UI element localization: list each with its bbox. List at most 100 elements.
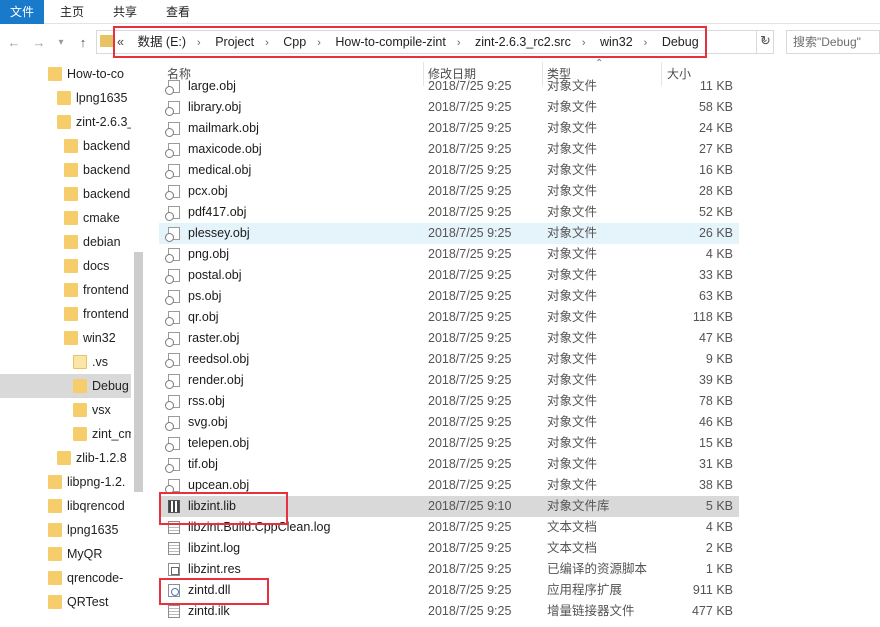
forward-arrow-icon[interactable]: → <box>30 34 48 52</box>
file-type: 对象文件 <box>547 121 598 135</box>
chevron-right-icon[interactable]: › <box>582 37 586 49</box>
file-name: zintd.ilk <box>188 604 230 618</box>
tab-file[interactable]: 文件 <box>0 0 44 24</box>
tree-item[interactable]: Debug <box>0 374 145 398</box>
tree-item-label: frontend <box>83 307 129 321</box>
file-date: 2018/7/25 9:25 <box>428 142 512 156</box>
file-row[interactable]: pcx.obj 2018/7/25 9:25 对象文件 28 KB <box>159 181 739 202</box>
chevron-right-icon[interactable]: › <box>457 37 461 49</box>
tree-item[interactable]: backend <box>0 134 145 158</box>
tree-item[interactable]: lpng1635 <box>0 518 145 542</box>
file-row[interactable]: postal.obj 2018/7/25 9:25 对象文件 33 KB <box>159 265 739 286</box>
object-file-icon <box>165 269 180 284</box>
file-row[interactable]: medical.obj 2018/7/25 9:25 对象文件 16 KB <box>159 160 739 181</box>
file-row[interactable]: raster.obj 2018/7/25 9:25 对象文件 47 KB <box>159 328 739 349</box>
object-file-icon <box>165 290 180 305</box>
breadcrumb-win32[interactable]: win32 <box>600 35 633 49</box>
file-row[interactable]: plessey.obj 2018/7/25 9:25 对象文件 26 KB <box>159 223 739 244</box>
tree-item[interactable]: vsx <box>0 398 145 422</box>
tree-item[interactable]: frontend <box>0 278 145 302</box>
file-name: libzint.res <box>188 562 241 576</box>
file-type: 对象文件 <box>547 478 598 492</box>
chevron-right-icon[interactable]: › <box>317 37 321 49</box>
file-row[interactable]: library.obj 2018/7/25 9:25 对象文件 58 KB <box>159 97 739 118</box>
breadcrumb-project[interactable]: Project <box>215 35 254 49</box>
tree-item[interactable]: docs <box>0 254 145 278</box>
recent-dropdown-icon[interactable]: ▾ <box>52 34 70 52</box>
search-input[interactable]: 搜索"Debug" <box>786 30 880 54</box>
tree-item[interactable]: cmake <box>0 206 145 230</box>
breadcrumb-zint-src[interactable]: zint-2.6.3_rc2.src <box>475 35 571 49</box>
chevron-right-icon[interactable]: › <box>265 37 269 49</box>
file-date: 2018/7/25 9:25 <box>428 205 512 219</box>
file-row[interactable]: pdf417.obj 2018/7/25 9:25 对象文件 52 KB <box>159 202 739 223</box>
tree-item[interactable]: libpng-1.2. <box>0 470 145 494</box>
object-file-icon <box>165 101 180 116</box>
file-row[interactable]: qr.obj 2018/7/25 9:25 对象文件 118 KB <box>159 307 739 328</box>
file-row[interactable]: libzint.res 2018/7/25 9:25 已编译的资源脚本 1 KB <box>159 559 739 580</box>
file-row[interactable]: libzint.log 2018/7/25 9:25 文本文档 2 KB <box>159 538 739 559</box>
file-type: 对象文件 <box>547 142 598 156</box>
tree-scrollbar-thumb[interactable] <box>134 252 143 492</box>
file-row[interactable]: zintd.ilk 2018/7/25 9:25 增量链接器文件 477 KB <box>159 601 739 622</box>
file-row[interactable]: zintd.dll 2018/7/25 9:25 应用程序扩展 911 KB <box>159 580 739 601</box>
tree-item[interactable]: libqrencod <box>0 494 145 518</box>
up-arrow-icon[interactable]: ↑ <box>74 34 92 52</box>
file-row[interactable]: telepen.obj 2018/7/25 9:25 对象文件 15 KB <box>159 433 739 454</box>
tree-item[interactable]: backend <box>0 158 145 182</box>
breadcrumb-debug[interactable]: Debug <box>662 35 699 49</box>
tree-item-label: MyQR <box>67 547 103 561</box>
text-file-icon <box>168 521 180 534</box>
file-type: 对象文件 <box>547 247 598 261</box>
tree-item[interactable]: zlib-1.2.8 <box>0 446 145 470</box>
tree-item[interactable]: qrencode- <box>0 566 145 590</box>
file-row[interactable]: libzint.Build.CppClean.log 2018/7/25 9:25… <box>159 517 739 538</box>
file-row[interactable]: large.obj 2018/7/25 9:25 对象文件 11 KB <box>159 76 739 97</box>
folder-icon <box>48 475 62 489</box>
address-bar[interactable]: « 数据 (E:) › Project › Cpp › How-to-compile-… <box>96 30 774 54</box>
tree-item-label: backend <box>83 139 131 153</box>
folder-icon <box>64 187 78 201</box>
tree-item[interactable]: MyQR <box>0 542 145 566</box>
tree-item[interactable]: frontend <box>0 302 145 326</box>
file-row[interactable]: libzint.lib 2018/7/25 9:10 对象文件库 5 KB <box>159 496 739 517</box>
tree-scrollbar[interactable] <box>131 62 146 627</box>
file-row[interactable]: upcean.obj 2018/7/25 9:25 对象文件 38 KB <box>159 475 739 496</box>
tree-item[interactable]: zint_cm <box>0 422 145 446</box>
breadcrumb-overflow[interactable]: « <box>117 35 124 49</box>
tab-share[interactable]: 共享 <box>103 0 147 24</box>
tree-item-label: backend <box>83 187 131 201</box>
object-file-icon <box>165 311 180 326</box>
tab-home[interactable]: 主页 <box>50 0 94 24</box>
tree-item[interactable]: How-to-co <box>0 62 145 86</box>
file-row[interactable]: maxicode.obj 2018/7/25 9:25 对象文件 27 KB <box>159 139 739 160</box>
tree-item[interactable]: backend <box>0 182 145 206</box>
tree-item[interactable]: zint-2.6.3_ <box>0 110 145 134</box>
tree-item[interactable]: debian <box>0 230 145 254</box>
refresh-icon[interactable]: ↻ <box>756 30 774 54</box>
file-date: 2018/7/25 9:25 <box>428 394 512 408</box>
file-date: 2018/7/25 9:25 <box>428 457 512 471</box>
file-row[interactable]: png.obj 2018/7/25 9:25 对象文件 4 KB <box>159 244 739 265</box>
file-row[interactable]: render.obj 2018/7/25 9:25 对象文件 39 KB <box>159 370 739 391</box>
chevron-right-icon[interactable]: › <box>644 37 648 49</box>
tree-item[interactable]: lpng1635 <box>0 86 145 110</box>
tree-item[interactable]: QRTest <box>0 590 145 614</box>
folder-icon <box>57 115 71 129</box>
tab-view[interactable]: 查看 <box>156 0 200 24</box>
file-row[interactable]: mailmark.obj 2018/7/25 9:25 对象文件 24 KB <box>159 118 739 139</box>
back-arrow-icon[interactable]: ← <box>5 34 23 52</box>
file-date: 2018/7/25 9:25 <box>428 478 512 492</box>
file-size: 1 KB <box>705 562 733 576</box>
file-row[interactable]: svg.obj 2018/7/25 9:25 对象文件 46 KB <box>159 412 739 433</box>
tree-item[interactable]: .vs <box>0 350 145 374</box>
file-row[interactable]: reedsol.obj 2018/7/25 9:25 对象文件 9 KB <box>159 349 739 370</box>
breadcrumb-how-to-compile-zint[interactable]: How-to-compile-zint <box>335 35 445 49</box>
file-row[interactable]: rss.obj 2018/7/25 9:25 对象文件 78 KB <box>159 391 739 412</box>
breadcrumb-cpp[interactable]: Cpp <box>283 35 306 49</box>
tree-item[interactable]: win32 <box>0 326 145 350</box>
file-row[interactable]: ps.obj 2018/7/25 9:25 对象文件 63 KB <box>159 286 739 307</box>
chevron-right-icon[interactable]: › <box>197 37 201 49</box>
breadcrumb-drive[interactable]: 数据 (E:) <box>137 35 186 49</box>
file-row[interactable]: tif.obj 2018/7/25 9:25 对象文件 31 KB <box>159 454 739 475</box>
